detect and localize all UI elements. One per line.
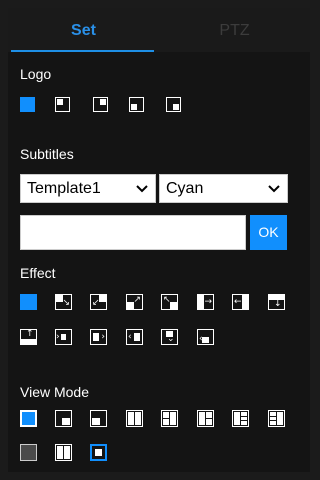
subtitle-color-select[interactable]: Cyan — [159, 174, 288, 203]
effect-push-in-left-button[interactable]: ‹ — [126, 329, 143, 345]
logo-position-top-left-button[interactable] — [55, 97, 70, 112]
view-mode-split-vertical-button[interactable] — [126, 410, 143, 427]
logo-position-top-right-button[interactable] — [93, 97, 108, 112]
subtitle-template-value: Template1 — [27, 180, 101, 197]
arrow-up-icon: ↑ — [26, 329, 34, 339]
logo-position-bottom-right-button[interactable] — [166, 97, 181, 112]
arrow-down-left-icon: ↙ — [92, 298, 100, 308]
arrow-left-icon: ← — [234, 297, 242, 307]
view-mode-normal-button[interactable] — [20, 410, 37, 427]
view-mode-grey-frame-button[interactable] — [20, 444, 37, 461]
subtitle-color-value: Cyan — [166, 180, 204, 197]
view-mode-side-by-side-button[interactable] — [55, 444, 72, 461]
split-right-two-icon — [241, 421, 247, 425]
split-left-two-icon — [170, 412, 176, 425]
view-mode-split-center-button[interactable] — [197, 410, 214, 427]
logo-position-bottom-left-button[interactable] — [129, 97, 144, 112]
arrow-down-icon: ↓ — [274, 299, 282, 309]
top-right-icon — [100, 99, 106, 105]
logo-position-none-button[interactable] — [20, 97, 35, 112]
arrow-right-icon: › — [101, 332, 105, 342]
split-center-icon — [206, 419, 212, 425]
view-mode-split-three-col-button[interactable] — [268, 410, 285, 427]
effect-push-left-button[interactable]: ← — [232, 294, 249, 310]
arrows-outward-icon: ‹ — [199, 334, 203, 344]
tab-bar: Set PTZ — [8, 8, 310, 52]
effect-section-title: Effect — [20, 265, 56, 281]
chevron-down-icon — [136, 185, 148, 193]
effect-slide-down-left-button[interactable]: ↗ — [126, 294, 143, 310]
effect-slide-up-right-button[interactable]: ↙ — [90, 294, 107, 310]
effect-drop-down-button[interactable]: ⌄ — [161, 329, 178, 345]
arrow-up-right-icon: ↗ — [133, 295, 141, 305]
subtitle-template-select[interactable]: Template1 — [20, 174, 156, 203]
arrow-right-icon: → — [204, 297, 212, 307]
split-vertical-icon — [135, 412, 141, 425]
tab-set[interactable]: Set — [8, 8, 159, 52]
effect-push-down-button[interactable]: ↓ — [268, 294, 285, 310]
split-three-col-icon — [277, 412, 283, 425]
ok-button[interactable]: OK — [250, 215, 287, 250]
effect-push-right-button[interactable]: → — [197, 294, 214, 310]
arrows-inward-icon: › — [56, 332, 60, 342]
pip-center-icon — [95, 449, 102, 456]
pip-bottom-right-icon — [62, 418, 70, 425]
effect-slide-up-left-button[interactable]: ↖ — [161, 294, 178, 310]
arrow-down-icon: ⌄ — [167, 334, 175, 344]
effect-none-button[interactable] — [20, 294, 37, 310]
side-by-side-icon — [64, 446, 70, 459]
bottom-right-icon — [173, 104, 179, 110]
subtitles-section-title: Subtitles — [20, 146, 74, 162]
view-mode-pip-bottom-right-button[interactable] — [55, 410, 72, 427]
arrow-down-right-icon: ↘ — [62, 298, 70, 308]
arrow-left-icon: ‹ — [128, 332, 132, 342]
effect-slide-down-right-button[interactable]: ↘ — [55, 294, 72, 310]
effect-reveal-up-button[interactable]: ‹ — [197, 329, 214, 345]
pip-bottom-left-icon — [92, 418, 100, 425]
subtitle-text-input[interactable] — [20, 215, 246, 250]
active-tab-indicator — [11, 50, 154, 52]
top-left-icon — [57, 99, 63, 105]
arrow-up-left-icon: ↖ — [163, 295, 171, 305]
view-mode-pip-bottom-left-button[interactable] — [90, 410, 107, 427]
effect-push-in-right-button[interactable]: › — [90, 329, 107, 345]
view-mode-pip-center-button[interactable] — [90, 444, 107, 461]
tab-ptz[interactable]: PTZ — [159, 8, 310, 52]
view-mode-section-title: View Mode — [20, 384, 90, 400]
logo-section-title: Logo — [20, 66, 52, 82]
effect-push-up-button[interactable]: ↑ — [20, 329, 37, 345]
settings-panel: Set PTZ Logo Subtitles Template1 Cyan OK… — [8, 8, 310, 472]
bottom-left-icon — [131, 104, 137, 110]
view-mode-split-right-two-button[interactable] — [232, 410, 249, 427]
effect-box-in-button[interactable]: › — [55, 329, 72, 345]
view-mode-split-left-two-button[interactable] — [161, 410, 178, 427]
chevron-down-icon — [268, 185, 280, 193]
